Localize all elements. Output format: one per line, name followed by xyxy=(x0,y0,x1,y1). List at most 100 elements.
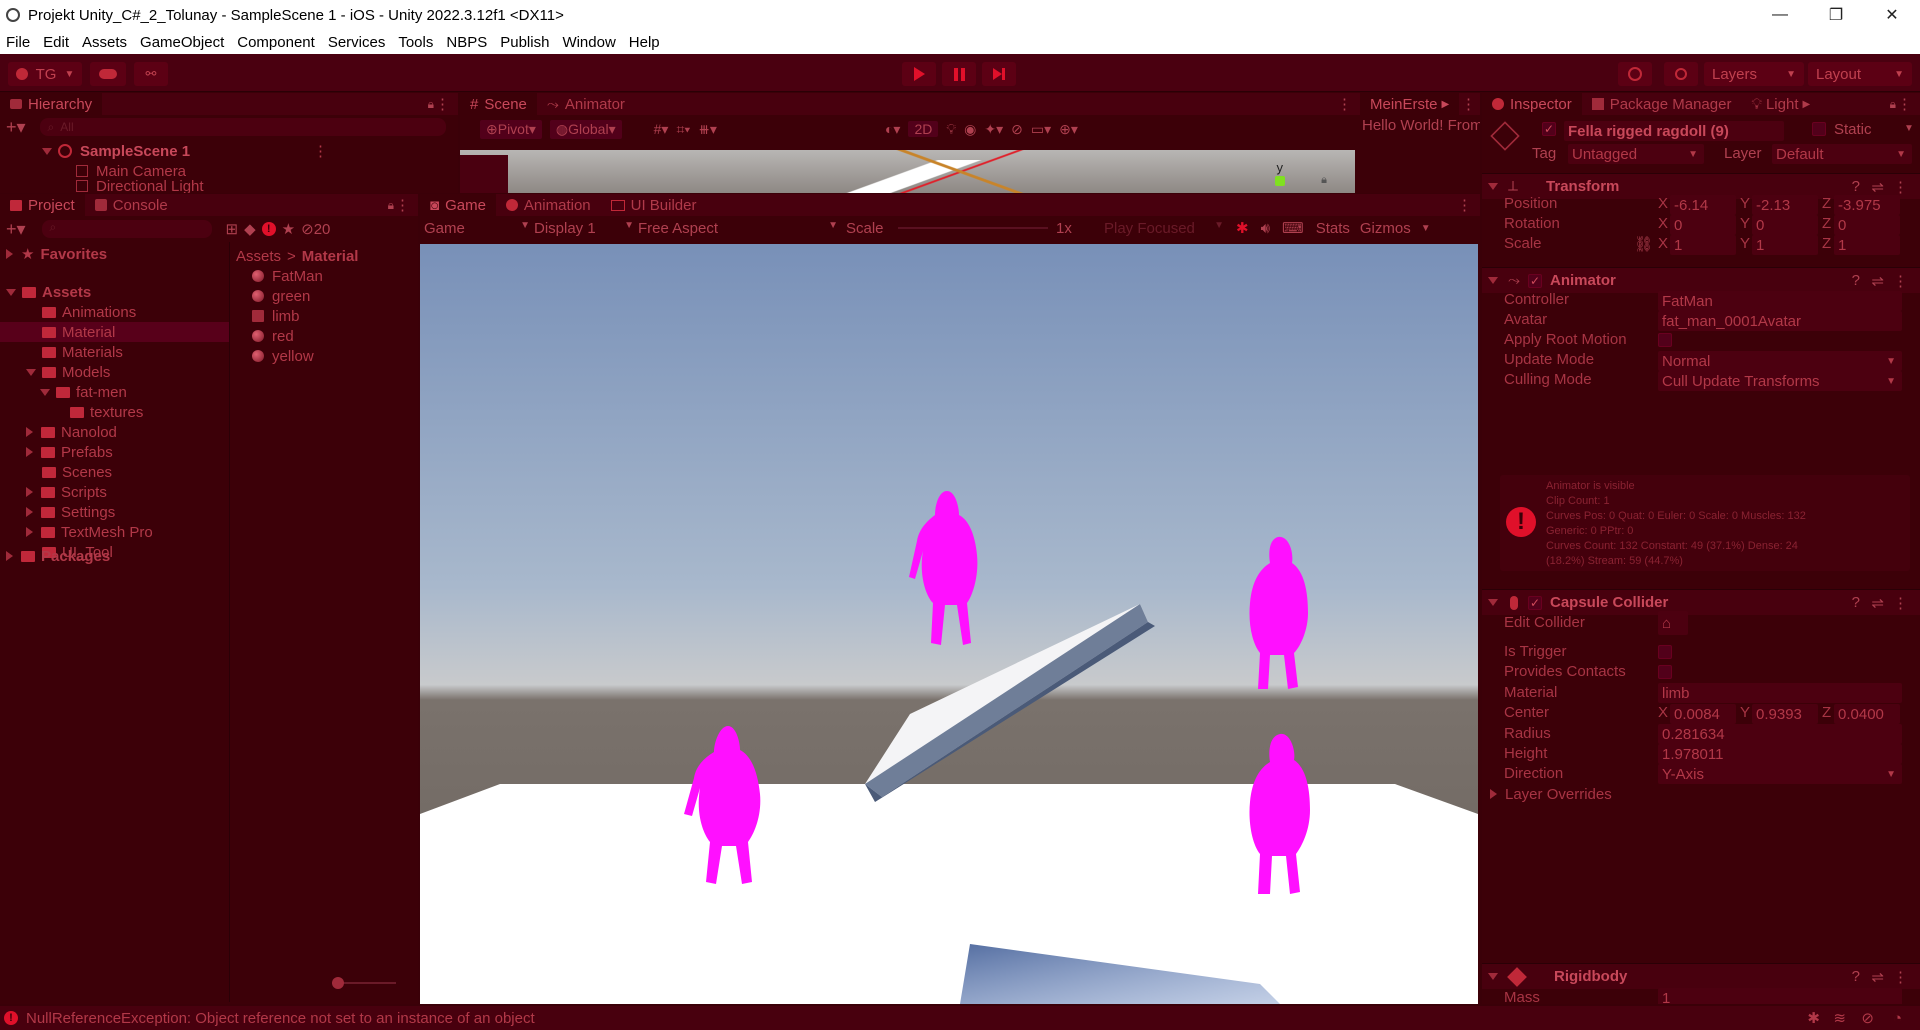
breadcrumb-material[interactable]: Material xyxy=(302,248,359,265)
grid-snap-icon[interactable]: #▾ xyxy=(654,121,669,138)
rotation-field-z[interactable]: 0 xyxy=(1834,215,1900,235)
audio-toggle-icon[interactable]: ◉ xyxy=(964,121,976,138)
collab-button[interactable]: ⚯ xyxy=(134,62,168,86)
chevron-down-icon[interactable]: ▼ xyxy=(1421,223,1431,234)
more-icon[interactable]: ⋮ xyxy=(1893,968,1908,986)
tree-item[interactable]: Materials xyxy=(0,342,229,362)
collapse-arrow-icon[interactable] xyxy=(26,447,33,457)
animator-field[interactable]: FatMan xyxy=(1658,291,1902,311)
active-checkbox[interactable]: ✓ xyxy=(1542,122,1556,136)
scene-viewport[interactable]: y 🔒︎ xyxy=(460,150,1355,193)
display-dropdown[interactable]: Display 1 ▼ xyxy=(530,220,634,237)
expand-arrow-icon[interactable] xyxy=(26,368,36,376)
layout-dropdown[interactable]: Layout ▼ xyxy=(1808,62,1912,86)
status-message[interactable]: NullReferenceException: Object reference… xyxy=(26,1010,535,1027)
rotation-field-x[interactable]: 0 xyxy=(1670,215,1736,235)
tab-ui-builder[interactable]: UI Builder xyxy=(601,194,707,216)
lock-icon[interactable]: 🔒︎ xyxy=(428,97,434,112)
play-button[interactable] xyxy=(902,62,936,86)
step-button[interactable] xyxy=(982,62,1016,86)
account-dropdown[interactable]: TG ▼ xyxy=(8,62,82,86)
toggle-2d-button[interactable]: 2D xyxy=(908,121,939,137)
play-focused-dropdown[interactable]: Play Focused ▼ xyxy=(1092,220,1224,237)
pause-button[interactable] xyxy=(942,62,976,86)
collapse-arrow-icon[interactable] xyxy=(26,427,33,437)
tab-project[interactable]: Project xyxy=(0,194,85,216)
scale-field-x[interactable]: 1 xyxy=(1670,235,1736,255)
tree-item[interactable]: TextMesh Pro xyxy=(0,522,229,542)
camera-icon[interactable]: ▭▾ xyxy=(1031,121,1051,138)
menu-gameobject[interactable]: GameObject xyxy=(140,34,224,51)
animator-header[interactable]: ⤳ ✓ Animator ? ⇌ ⋮ xyxy=(1482,267,1920,293)
search-button[interactable] xyxy=(1664,62,1698,86)
hidden-objects-icon[interactable]: ⊘ xyxy=(1011,121,1023,138)
mute-audio-icon[interactable]: 🔊︎ xyxy=(1261,220,1270,237)
tree-item[interactable]: Animations xyxy=(0,302,229,322)
menu-component[interactable]: Component xyxy=(237,34,315,51)
favorites-row[interactable]: ★ Favorites xyxy=(0,244,229,264)
hierarchy-item[interactable]: Directional Light xyxy=(0,179,458,193)
file-item[interactable]: yellow xyxy=(232,346,418,366)
stack-icon[interactable]: ≋ xyxy=(1833,1009,1846,1027)
add-button[interactable]: +▾ xyxy=(6,117,26,138)
center-field-x[interactable]: 0.0084 xyxy=(1670,704,1736,724)
center-field-y[interactable]: 0.9393 xyxy=(1752,704,1818,724)
direction-dropdown[interactable]: Y-Axis ▼ xyxy=(1658,764,1902,784)
hidden-packages-icon[interactable]: ⊘20 xyxy=(301,220,330,238)
filter-type-icon[interactable]: ⊞ xyxy=(226,220,239,238)
assets-row[interactable]: Assets xyxy=(0,282,229,302)
pivot-dropdown[interactable]: ⊕Pivot▾ xyxy=(480,119,542,139)
collapse-arrow-icon[interactable] xyxy=(26,527,33,537)
menu-tools[interactable]: Tools xyxy=(398,34,433,51)
slider-handle[interactable] xyxy=(332,977,344,989)
object-name-field[interactable]: Fella rigged ragdoll (9) xyxy=(1564,121,1784,141)
stats-button[interactable]: Stats xyxy=(1316,220,1350,237)
tree-item[interactable]: Settings xyxy=(0,502,229,522)
constrain-proportions-icon[interactable]: ⛓ xyxy=(1634,235,1653,253)
tree-item[interactable]: Material xyxy=(0,322,229,342)
gizmos-button[interactable]: Gizmos xyxy=(1360,220,1411,237)
debug-icon[interactable]: ✱ xyxy=(1807,1009,1820,1027)
game-viewport[interactable] xyxy=(420,244,1478,1004)
tag-dropdown[interactable]: Untagged ▼ xyxy=(1568,144,1704,164)
more-icon[interactable]: ⋮ xyxy=(1893,594,1908,612)
position-field-y[interactable]: -2.13 xyxy=(1752,195,1818,215)
scene-tools-overlay[interactable] xyxy=(460,155,508,193)
tab-console[interactable]: Console xyxy=(85,194,178,216)
file-item[interactable]: red xyxy=(232,326,418,346)
edit-collider-button[interactable]: ⌂ xyxy=(1658,611,1688,635)
menu-publish[interactable]: Publish xyxy=(500,34,549,51)
presets-icon[interactable]: ⇌ xyxy=(1871,178,1884,196)
scale-field-y[interactable]: 1 xyxy=(1752,235,1818,255)
animator-field[interactable]: fat_man_0001Avatar xyxy=(1658,311,1902,331)
progress-icon[interactable]: ◔ xyxy=(1893,1010,1902,1027)
animator-field[interactable]: Normal ▼ xyxy=(1658,351,1902,371)
increment-snap-icon[interactable]: ⧻▾ xyxy=(698,121,717,138)
error-filter-icon[interactable]: ! xyxy=(261,222,276,236)
scene-row[interactable]: SampleScene 1 ⋮ xyxy=(0,141,458,161)
mass-field[interactable]: 1 xyxy=(1658,988,1902,1004)
axis-gizmo-icon[interactable] xyxy=(1275,176,1285,186)
network-icon[interactable]: ⊘ xyxy=(1861,1009,1874,1027)
file-item[interactable]: limb xyxy=(232,306,418,326)
more-icon[interactable]: ⋮ xyxy=(1457,196,1472,214)
maximize-button[interactable]: ❐ xyxy=(1808,5,1864,25)
menu-edit[interactable]: Edit xyxy=(43,34,69,51)
tab-package-manager[interactable]: Package Manager xyxy=(1582,93,1742,115)
filter-label-icon[interactable]: ◆ xyxy=(244,220,256,238)
more-icon[interactable]: ⋮ xyxy=(313,142,328,160)
apply-root-motion-checkbox[interactable] xyxy=(1658,333,1672,347)
center-field-z[interactable]: 0.0400 xyxy=(1834,704,1900,724)
tab-scene[interactable]: # Scene xyxy=(460,93,537,115)
gizmos-icon[interactable]: ⊕▾ xyxy=(1059,121,1078,138)
collapse-arrow-icon[interactable] xyxy=(26,507,33,517)
tab-hierarchy[interactable]: Hierarchy xyxy=(0,93,103,115)
tree-item[interactable]: Scenes xyxy=(0,462,229,482)
tab-inspector[interactable]: Inspector xyxy=(1482,93,1582,115)
collapse-arrow-icon[interactable] xyxy=(26,487,33,497)
provides-contacts-checkbox[interactable] xyxy=(1658,665,1672,679)
cloud-button[interactable] xyxy=(90,62,126,86)
menu-nbps[interactable]: NBPS xyxy=(446,34,487,51)
tree-item[interactable]: Models xyxy=(0,362,229,382)
add-button[interactable]: +▾ xyxy=(6,219,26,240)
